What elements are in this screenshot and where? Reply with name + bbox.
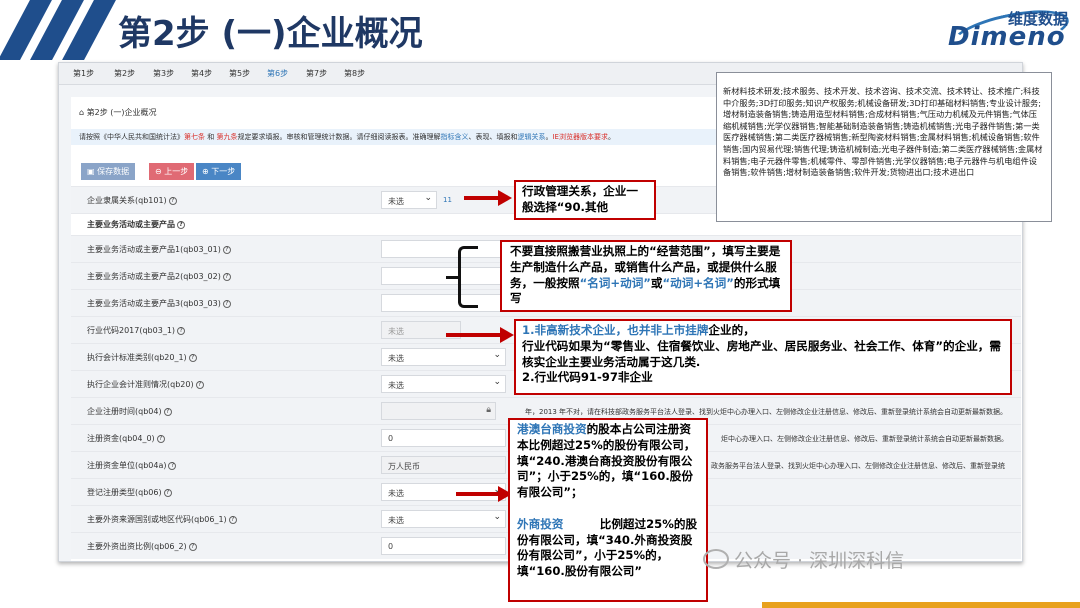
next-label: 下一步 [211, 167, 236, 176]
help-icon[interactable]: ? [177, 220, 185, 229]
callout-highlight: 外商投资 [517, 516, 564, 531]
help-icon[interactable]: ? [168, 461, 177, 470]
notice-article-9: 第九条 [216, 133, 238, 141]
breadcrumb: ⌂ 第2步 (一)企业概况 [79, 107, 157, 118]
slide-title: 第2步 (一)企业概况 [118, 14, 423, 54]
lock-icon: 🔒︎ [486, 405, 491, 415]
save-label: 保存数据 [97, 167, 130, 176]
foreign-ratio-input[interactable]: 0 [381, 537, 506, 555]
accounting-rules-select[interactable]: 未选 [381, 375, 506, 393]
help-icon[interactable]: ? [188, 353, 197, 362]
field-label: 企业隶属关系(qb101)? [87, 195, 177, 206]
tab-step-2[interactable]: 第2步 [114, 68, 135, 79]
brace-tip-icon [446, 276, 459, 279]
tab-step-8[interactable]: 第8步 [344, 68, 365, 79]
business-scope-box: 新材料技术研发;技术服务、技术开发、技术咨询、技术交流、技术转让、技术推广;科技… [716, 72, 1052, 222]
field-label: 登记注册类型(qb06)? [87, 487, 172, 498]
next-step-button[interactable]: ⊕ 下一步 [196, 163, 242, 180]
field-label: 注册资金单位(qb04a)? [87, 460, 177, 471]
tab-step-1[interactable]: 第1步 [73, 68, 94, 79]
field-label: 行业代码2017(qb03_1)? [87, 325, 186, 336]
registration-hint: 年，2013 年不对，请在科技部政务服务平台法人登录、找到火炬中心办理入口、左侧… [525, 408, 1008, 416]
field-label: 主要业务活动或主要产品2(qb03_02)? [87, 271, 231, 282]
tab-step-5[interactable]: 第5步 [229, 68, 250, 79]
field-label: 主要外资来源国别或地区代码(qb06_1)? [87, 514, 237, 525]
callout-text: 行业代码如果为“零售业、住宿餐饮业、房地产业、居民服务业、社会工作、体育”的企业… [522, 338, 1001, 369]
wechat-icon [703, 549, 729, 569]
capital-hint: 炬中心办理入口、左侧修改企业注册信息、修改后、重新登录统计系统会自动更新最新数据… [721, 435, 1008, 443]
save-icon: ▣ [87, 167, 98, 176]
affiliation-select[interactable]: 未选 [381, 191, 437, 209]
help-icon[interactable]: ? [222, 272, 231, 281]
callout-text: 2.行业代码91-97非企业 [522, 370, 653, 385]
registered-capital-input[interactable]: 0 [381, 429, 506, 447]
arrow-icon [464, 190, 512, 206]
product-1-input[interactable] [381, 240, 506, 258]
accounting-standard-select[interactable]: 未选 [381, 348, 506, 366]
product-2-input[interactable] [381, 267, 506, 285]
section-label: 主要业务活动或主要产品? [87, 219, 185, 230]
notice-text: 。 [607, 133, 615, 141]
help-icon[interactable]: ? [222, 299, 231, 308]
notice-article-7: 第七条 [184, 133, 205, 141]
arrow-icon [456, 486, 512, 502]
watermark: 公众号 · 深圳深科信 [734, 550, 905, 572]
callout-industry-code: 1.非高新技术企业，也并非上市挂牌企业的， 行业代码如果为“零售业、住宿餐饮业、房… [514, 319, 1012, 395]
help-icon[interactable]: ? [195, 380, 204, 389]
callout-highlight: “动词+名词” [662, 275, 734, 290]
help-icon[interactable]: ? [163, 488, 172, 497]
help-icon[interactable]: ? [163, 407, 172, 416]
next-icon: ⊕ [202, 167, 212, 176]
field-label: 主要外资出资比例(qb06_2)? [87, 541, 197, 552]
prev-label: 上一步 [164, 167, 189, 176]
brace-icon [458, 246, 478, 308]
callout-highlight: 非上市挂牌 [650, 323, 709, 337]
field-label: 执行企业会计准则情况(qb20)? [87, 379, 204, 390]
callout-main-products: 不要直接照搬营业执照上的“经营范围”，填写主要是生产制造什么产品，或销售什么产品… [500, 240, 792, 312]
field-label: 注册资金(qb04_0)? [87, 433, 165, 444]
tab-step-6[interactable]: 第6步 [267, 68, 288, 79]
notice-text: 规定要求填报。审核和管理统计数据。请仔细阅读报表。准确理解 [237, 133, 441, 141]
tab-step-4[interactable]: 第4步 [191, 68, 212, 79]
tab-step-3[interactable]: 第3步 [153, 68, 174, 79]
registration-date-input[interactable]: 🔒︎ [381, 402, 496, 420]
foreign-source-select[interactable]: 未选 [381, 510, 506, 528]
help-icon[interactable]: ? [156, 434, 165, 443]
notice-link[interactable]: IE浏览器版本要求 [552, 133, 608, 141]
notice-text: 、表现、填报和 [468, 133, 518, 141]
save-button[interactable]: ▣ 保存数据 [81, 163, 136, 180]
callout-highlight: 港澳台商投资 [517, 422, 587, 436]
logo-english: Dimeno [948, 22, 1066, 52]
tab-step-7[interactable]: 第7步 [306, 68, 327, 79]
affiliation-code: 11 [443, 196, 452, 204]
notice-text: 请按照《中华人民共和国统计法》 [79, 133, 184, 141]
product-3-input[interactable] [381, 294, 506, 312]
help-icon[interactable]: ? [188, 542, 197, 551]
callout-text: 或 [650, 275, 663, 290]
home-icon: ⌂ [79, 108, 87, 117]
field-label: 主要业务活动或主要产品3(qb03_03)? [87, 298, 231, 309]
help-icon[interactable]: ? [228, 515, 237, 524]
callout-affiliation: 行政管理关系，企业一般选择“90.其他 [514, 180, 656, 220]
capital-unit-input[interactable]: 万人民币 [381, 456, 506, 474]
callout-highlight: “名词+动词” [579, 275, 651, 290]
capital-unit-hint: 政务服务平台法人登录、找到火炬中心办理入口、左侧修改企业注册信息、修改后、重新登… [711, 462, 1005, 470]
breadcrumb-label: 第2步 (一)企业概况 [86, 108, 157, 117]
callout-text: 企业的， [708, 323, 755, 337]
arrow-icon [446, 327, 514, 343]
notice-link[interactable]: 指标含义 [440, 133, 468, 141]
prev-icon: ⊖ [155, 167, 165, 176]
help-icon[interactable]: ? [222, 245, 231, 254]
callout-highlight: 1.非高新技术企业，也并 [522, 323, 651, 337]
field-label: 企业注册时间(qb04)? [87, 406, 172, 417]
notice-link[interactable]: 逻辑关系 [517, 133, 545, 141]
prev-step-button[interactable]: ⊖ 上一步 [149, 163, 195, 180]
footer-bar [762, 602, 1080, 608]
field-label: 主要业务活动或主要产品1(qb03_01)? [87, 244, 231, 255]
help-icon[interactable]: ? [177, 326, 186, 335]
help-icon[interactable]: ? [168, 196, 177, 205]
notice-text: 和 [207, 133, 215, 141]
field-label: 执行会计标准类别(qb20_1)? [87, 352, 197, 363]
callout-registration-type: 港澳台商投资的股本占公司注册资本比例超过25%的股份有限公司，填“240.港澳台… [508, 418, 708, 602]
